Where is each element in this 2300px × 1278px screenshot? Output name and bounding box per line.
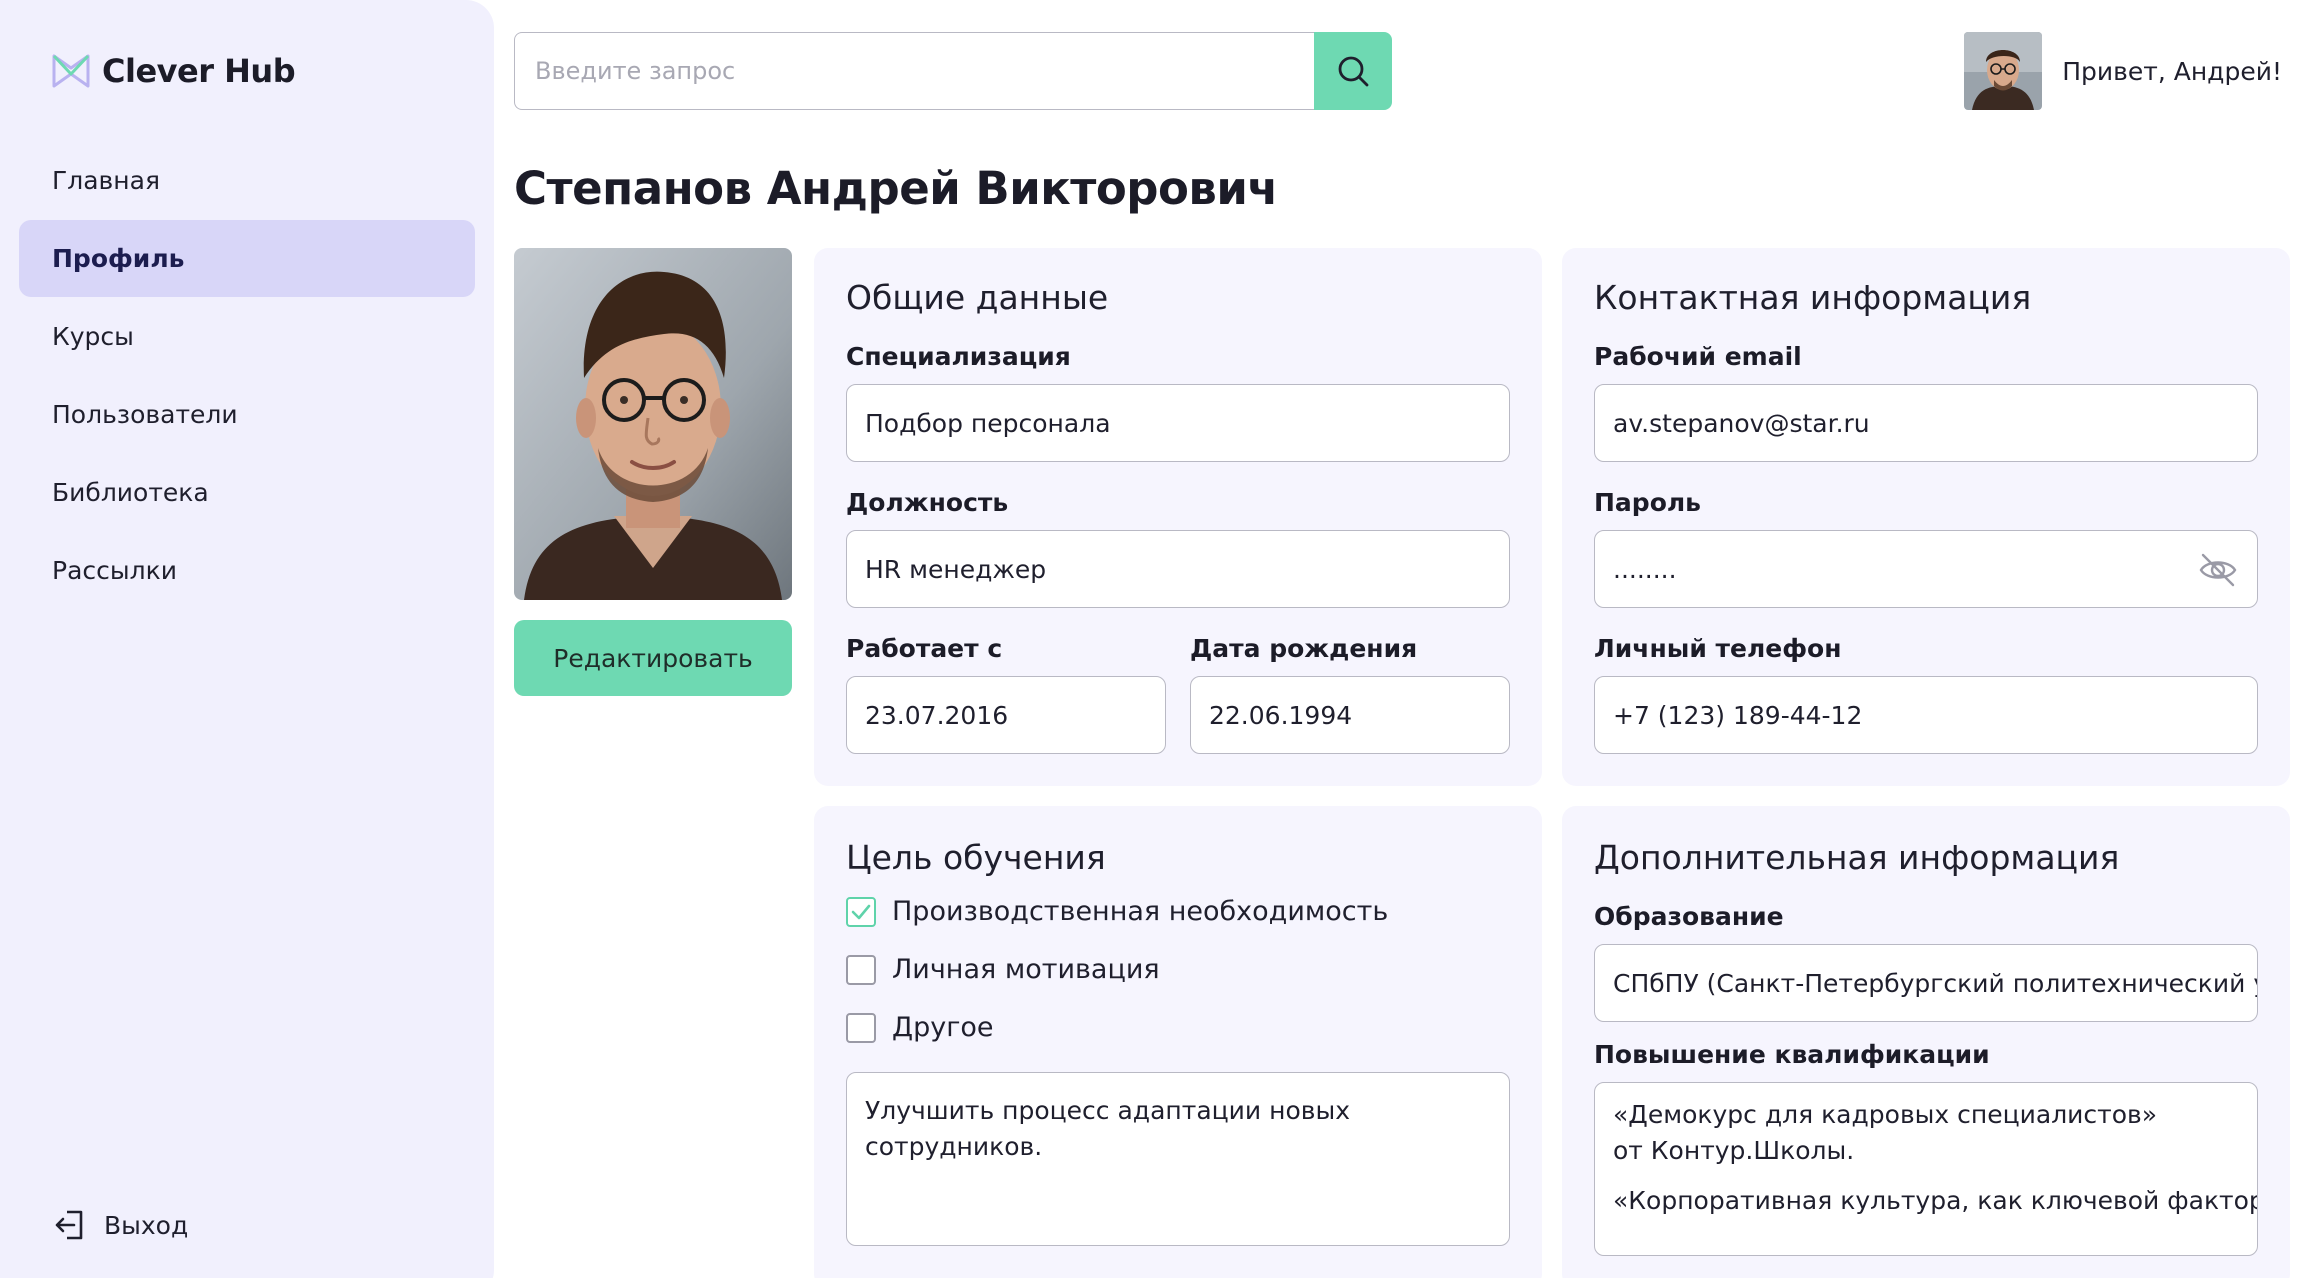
- password-field[interactable]: ........: [1594, 530, 2258, 608]
- contact-info-title: Контактная информация: [1594, 278, 2032, 317]
- qualification-textarea[interactable]: «Демокурс для кадровых специалистов» от …: [1594, 1082, 2258, 1256]
- app-logo[interactable]: Clever Hub: [50, 50, 296, 92]
- sidebar-item-courses[interactable]: Курсы: [19, 298, 475, 375]
- works-since-field[interactable]: 23.07.2016: [846, 676, 1166, 754]
- logout-icon: [55, 1210, 83, 1240]
- sidebar-item-mailings[interactable]: Рассылки: [19, 532, 475, 609]
- birth-date-field[interactable]: 22.06.1994: [1190, 676, 1510, 754]
- search-bar: [514, 32, 1392, 110]
- education-label: Образование: [1594, 902, 1784, 931]
- qualification-item: «Демокурс для кадровых специалистов» от …: [1613, 1100, 2158, 1165]
- logo-icon: [52, 54, 90, 88]
- page-title: Степанов Андрей Викторович: [514, 162, 1278, 215]
- position-field[interactable]: HR менеджер: [846, 530, 1510, 608]
- phone-label: Личный телефон: [1594, 634, 1842, 663]
- profile-photo-image: [514, 248, 792, 600]
- learning-goal-card: Цель обучения Производственная необходим…: [814, 806, 1542, 1278]
- search-icon: [1338, 56, 1369, 87]
- goal-option-production[interactable]: Производственная необходимость: [846, 896, 1388, 927]
- checkbox[interactable]: [846, 954, 876, 985]
- email-field[interactable]: av.stepanov@star.ru: [1594, 384, 2258, 462]
- sidebar-item-profile[interactable]: Профиль: [19, 220, 475, 297]
- checkbox[interactable]: [846, 1012, 876, 1043]
- app-name: Clever Hub: [102, 52, 296, 90]
- goal-option-personal[interactable]: Личная мотивация: [846, 954, 1160, 985]
- search-button[interactable]: [1314, 32, 1392, 110]
- logout-label: Выход: [104, 1210, 189, 1240]
- sidebar: Clever Hub Главная Профиль Курсы Пользов…: [0, 0, 494, 1278]
- email-label: Рабочий email: [1594, 342, 1802, 371]
- specialization-label: Специализация: [846, 342, 1071, 371]
- sidebar-nav: Главная Профиль Курсы Пользователи Библи…: [19, 142, 475, 610]
- specialization-field[interactable]: Подбор персонала: [846, 384, 1510, 462]
- education-field[interactable]: СПбПУ (Санкт-Петербургский политехническ…: [1594, 944, 2258, 1022]
- logout-button[interactable]: Выход: [52, 1207, 188, 1243]
- goal-option-label: Личная мотивация: [892, 954, 1160, 985]
- profile-photo: [514, 248, 792, 600]
- additional-info-card: Дополнительная информация Образование СП…: [1562, 806, 2290, 1278]
- goal-comment-textarea[interactable]: Улучшить процесс адаптации новых сотрудн…: [846, 1072, 1510, 1246]
- search-input[interactable]: [514, 32, 1314, 110]
- user-menu[interactable]: Привет, Андрей!: [1964, 32, 2282, 110]
- general-data-title: Общие данные: [846, 278, 1109, 317]
- avatar[interactable]: [1964, 32, 2043, 110]
- qualification-label: Повышение квалификации: [1594, 1040, 1990, 1069]
- additional-info-title: Дополнительная информация: [1594, 838, 2120, 877]
- goal-option-other[interactable]: Другое: [846, 1012, 994, 1043]
- checkbox-checked[interactable]: [846, 896, 876, 927]
- works-since-label: Работает с: [846, 634, 1003, 663]
- phone-field[interactable]: +7 (123) 189-44-12: [1594, 676, 2258, 754]
- contact-info-card: Контактная информация Рабочий email av.s…: [1562, 248, 2290, 786]
- eye-off-icon[interactable]: [2197, 549, 2239, 591]
- sidebar-item-home[interactable]: Главная: [19, 142, 475, 219]
- goal-option-label: Другое: [892, 1012, 994, 1043]
- password-value: ........: [1613, 554, 1677, 584]
- position-label: Должность: [846, 488, 1009, 517]
- qualification-item: «Корпоративная культура, как ключевой фа…: [1613, 1186, 2258, 1215]
- birth-date-label: Дата рождения: [1190, 634, 1418, 663]
- avatar-image: [1964, 32, 2043, 110]
- goal-option-label: Производственная необходимость: [892, 896, 1389, 927]
- check-icon: [851, 904, 871, 919]
- sidebar-item-users[interactable]: Пользователи: [19, 376, 475, 453]
- edit-profile-button[interactable]: Редактировать: [514, 620, 792, 696]
- sidebar-item-library[interactable]: Библиотека: [19, 454, 475, 531]
- learning-goal-title: Цель обучения: [846, 838, 1106, 877]
- user-greeting: Привет, Андрей!: [2062, 56, 2282, 86]
- general-data-card: Общие данные Специализация Подбор персон…: [814, 248, 1542, 786]
- password-label: Пароль: [1594, 488, 1701, 517]
